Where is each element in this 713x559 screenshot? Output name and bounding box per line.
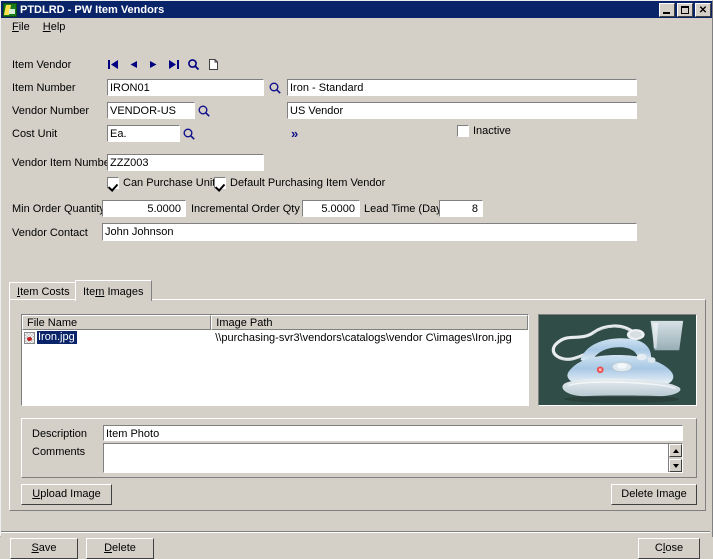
default-purchasing-item-vendor-label: Default Purchasing Item Vendor xyxy=(230,177,386,189)
min-order-quantity-label: Min Order Quantity xyxy=(12,203,105,215)
expand-chevron-icon[interactable]: » xyxy=(291,127,298,140)
vendor-item-number-label: Vendor Item Number xyxy=(12,157,114,169)
can-purchase-unit-label: Can Purchase Unit xyxy=(123,177,216,189)
scroll-up-button[interactable] xyxy=(669,444,682,457)
description-label: Description xyxy=(32,428,88,440)
cost-unit-label: Cost Unit xyxy=(12,128,58,140)
minimize-button[interactable] xyxy=(659,2,675,17)
steam-iron-photo xyxy=(539,315,696,405)
cell-image-path: \\purchasing-svr3\vendors\catalogs\vendo… xyxy=(215,331,512,344)
comments-textarea[interactable] xyxy=(103,443,683,473)
maximize-button[interactable] xyxy=(677,2,693,17)
column-header-file-name[interactable]: File Name xyxy=(22,315,212,330)
delete-button[interactable]: Delete xyxy=(86,538,154,559)
minimize-icon xyxy=(660,4,674,16)
next-record-icon[interactable] xyxy=(147,58,160,71)
tab-item-costs[interactable]: Item Costs xyxy=(9,282,78,300)
vendor-name-field: US Vendor xyxy=(287,102,637,119)
client-area: Item Vendor Item Number IRON01 Iron - St… xyxy=(1,37,712,559)
default-purchasing-item-vendor-checkbox[interactable]: Default Purchasing Item Vendor xyxy=(214,177,385,189)
item-number-label: Item Number xyxy=(12,82,76,94)
record-navigation-toolbar xyxy=(107,58,220,71)
scroll-down-button[interactable] xyxy=(669,459,682,472)
find-record-icon[interactable] xyxy=(187,58,200,71)
cost-unit-lookup-icon[interactable] xyxy=(182,127,196,141)
vendor-contact-input[interactable]: John Johnson xyxy=(102,223,637,241)
tab-item-images[interactable]: Item Images xyxy=(75,280,152,301)
vendor-number-input[interactable]: VENDOR-US xyxy=(107,102,195,119)
image-file-icon xyxy=(24,331,35,344)
vendor-contact-label: Vendor Contact xyxy=(12,227,88,239)
close-button-label: Close xyxy=(654,542,684,554)
delete-image-button[interactable]: Delete Image xyxy=(611,484,697,505)
vendor-number-label: Vendor Number xyxy=(12,105,90,117)
app-flag-icon xyxy=(3,2,17,17)
tab-item-images-label: Item Images xyxy=(83,286,144,298)
maximize-icon xyxy=(678,4,692,16)
lead-time-label: Lead Time (Days) xyxy=(364,203,451,215)
lead-time-input[interactable]: 8 xyxy=(439,200,483,217)
description-input[interactable]: Item Photo xyxy=(103,425,683,441)
item-description-field: Iron - Standard xyxy=(287,79,637,96)
tab-strip: Item Costs Item Images xyxy=(9,280,706,301)
chevron-down-icon xyxy=(673,464,679,468)
cell-file-name: Iron.jpg xyxy=(22,331,211,344)
upload-image-button-label: pload Image xyxy=(40,488,101,500)
inactive-checkbox[interactable]: Inactive xyxy=(457,125,511,137)
last-record-icon[interactable] xyxy=(167,58,180,71)
close-button[interactable]: Close xyxy=(638,538,700,559)
delete-button-label: elete xyxy=(112,542,136,554)
upload-image-button[interactable]: Upload Image xyxy=(21,484,112,505)
menu-item-file-label: ile xyxy=(18,20,30,33)
vendor-number-lookup-icon[interactable] xyxy=(197,104,211,118)
window-title: PTDLRD - PW Item Vendors xyxy=(20,3,165,16)
item-number-lookup-icon[interactable] xyxy=(268,81,282,95)
cost-unit-input[interactable]: Ea. xyxy=(107,125,180,142)
menu-item-help-label: elp xyxy=(50,20,66,33)
save-button[interactable]: Save xyxy=(10,538,78,559)
description-comments-group: Description Item Photo Comments xyxy=(21,418,697,478)
new-record-icon[interactable] xyxy=(207,58,220,71)
menu-item-help[interactable]: Help xyxy=(37,20,73,35)
grid-header-row: File Name Image Path xyxy=(22,315,528,330)
close-icon: ✕ xyxy=(698,4,708,16)
cell-file-name-text: Iron.jpg xyxy=(37,331,77,344)
first-record-icon[interactable] xyxy=(107,58,120,71)
item-number-input[interactable]: IRON01 xyxy=(107,79,264,96)
menu-bar: File Help xyxy=(1,18,712,37)
column-header-image-path[interactable]: Image Path xyxy=(211,315,528,330)
chevron-up-icon xyxy=(673,449,679,453)
incremental-order-qty-input[interactable]: 5.0000 xyxy=(302,200,360,217)
comments-scrollbar[interactable] xyxy=(668,444,682,472)
incremental-order-qty-label: Incremental Order Qty xyxy=(191,203,300,215)
title-bar: PTDLRD - PW Item Vendors ✕ xyxy=(1,1,712,18)
application-window: PTDLRD - PW Item Vendors ✕ File Help Ite… xyxy=(0,0,713,559)
vendor-item-number-input[interactable]: ZZZ003 xyxy=(107,154,264,171)
menu-item-file[interactable]: File xyxy=(6,20,37,35)
save-button-label: ave xyxy=(38,542,57,554)
comments-label: Comments xyxy=(32,446,86,458)
item-vendor-label: Item Vendor xyxy=(12,59,72,71)
previous-record-icon[interactable] xyxy=(127,58,140,71)
can-purchase-unit-checkbox[interactable]: Can Purchase Unit xyxy=(107,177,215,189)
table-row[interactable]: Iron.jpg \\purchasing-svr3\vendors\catal… xyxy=(22,330,528,345)
close-window-button[interactable]: ✕ xyxy=(695,2,711,17)
bottom-separator xyxy=(1,531,710,533)
default-purchasing-item-vendor-checkbox-box xyxy=(214,177,226,189)
min-order-quantity-input[interactable]: 5.0000 xyxy=(102,200,186,217)
inactive-checkbox-box xyxy=(457,125,469,137)
item-images-panel: File Name Image Path Iron.jpg \\purchasi… xyxy=(9,299,706,511)
image-preview xyxy=(538,314,697,406)
can-purchase-unit-checkbox-box xyxy=(107,177,119,189)
inactive-checkbox-label: Inactive xyxy=(473,125,511,137)
tab-item-costs-label: tem Costs xyxy=(20,286,70,298)
image-list-grid[interactable]: File Name Image Path Iron.jpg \\purchasi… xyxy=(21,314,529,406)
